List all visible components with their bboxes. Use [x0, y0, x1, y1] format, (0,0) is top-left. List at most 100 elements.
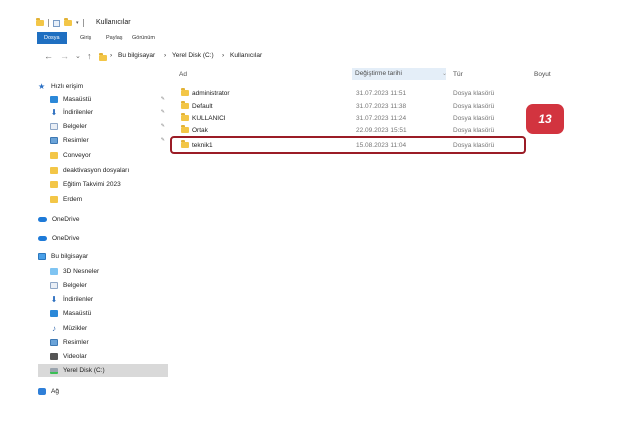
pictures-icon — [50, 137, 58, 144]
sidebar-item-label: deaktivasyon dosyaları — [63, 167, 130, 174]
tab-file[interactable]: Dosya — [37, 32, 67, 44]
step-badge: 13 — [526, 104, 564, 134]
sidebar-item-videos[interactable]: Videolar — [50, 350, 168, 363]
pin-icon: ✎ — [160, 123, 165, 129]
sidebar-item-label: Müzikler — [63, 325, 88, 332]
file-name: KULLANICI — [192, 114, 226, 122]
sidebar-item-network[interactable]: Ağ — [38, 385, 168, 398]
up-arrow-icon[interactable]: ↑ — [87, 51, 92, 61]
sidebar-item-pc-pictures[interactable]: Resimler — [50, 336, 168, 349]
breadcrumb-separator: › — [110, 52, 113, 59]
cloud-icon — [38, 236, 47, 241]
toolbar-divider — [48, 19, 49, 27]
address-bar: ← → ⌄ ↑ › Bu bilgisayar › Yerel Disk (C:… — [0, 50, 629, 64]
sidebar-item-label: Ağ — [51, 388, 59, 395]
sidebar-item-label: İndirilenler — [63, 296, 93, 303]
sidebar-item-conveyor[interactable]: Conveyor — [50, 149, 168, 162]
file-date: 31.07.2023 11:51 — [356, 89, 407, 97]
sidebar-item-downloads[interactable]: ⬇ İndirilenler ✎ — [50, 106, 168, 119]
sidebar-item-label: Belgeler — [63, 123, 87, 130]
sidebar-item-erdem[interactable]: Erdem — [50, 193, 168, 206]
properties-icon[interactable] — [53, 19, 60, 27]
pictures-icon — [50, 339, 58, 346]
sidebar-item-onedrive[interactable]: OneDrive — [38, 213, 168, 226]
sidebar-item-label: Masaüstü — [63, 96, 92, 103]
sidebar-item-label: Masaüstü — [63, 310, 92, 317]
sidebar-item-label: Yerel Disk (C:) — [63, 367, 105, 374]
sidebar-item-pictures[interactable]: Resimler ✎ — [50, 134, 168, 147]
folder-icon — [181, 101, 189, 109]
documents-icon — [50, 282, 58, 289]
sidebar-item-this-pc[interactable]: Bu bilgisayar — [38, 250, 168, 263]
column-header-size[interactable]: Boyut — [534, 71, 551, 78]
sidebar-item-label: 3D Nesneler — [63, 268, 100, 275]
folder-icon — [181, 113, 189, 121]
file-type: Dosya klasörü — [453, 102, 495, 110]
breadcrumb-this-pc[interactable]: Bu bilgisayar — [118, 52, 155, 59]
sidebar-item-pc-documents[interactable]: Belgeler — [50, 279, 168, 292]
download-icon: ⬇ — [50, 295, 58, 304]
file-type: Dosya klasörü — [453, 89, 495, 97]
folder-icon — [181, 125, 189, 133]
file-date: 22.09.2023 15:51 — [356, 126, 407, 134]
download-icon: ⬇ — [50, 108, 58, 117]
table-row[interactable]: Default 31.07.2023 11:38 Dosya klasörü — [172, 100, 532, 112]
breadcrumb-separator: › — [164, 52, 167, 59]
folder-icon — [50, 181, 58, 188]
window-title: Kullanıcılar — [96, 19, 131, 26]
file-type: Dosya klasörü — [453, 126, 495, 134]
network-icon — [38, 388, 46, 395]
new-folder-icon[interactable] — [64, 18, 72, 26]
folder-icon — [36, 18, 44, 26]
sidebar-item-pc-desktop[interactable]: Masaüstü — [50, 307, 168, 320]
back-arrow-icon[interactable]: ← — [44, 51, 53, 61]
file-name: Ortak — [192, 126, 208, 134]
file-date: 31.07.2023 11:38 — [356, 102, 407, 110]
forward-arrow-icon[interactable]: → — [60, 51, 69, 61]
desktop-icon — [50, 310, 58, 317]
disk-icon — [50, 367, 58, 374]
column-header-date[interactable]: Değiştirme tarihi ⌄ — [352, 68, 447, 80]
folder-icon — [50, 152, 58, 159]
sidebar-item-quick-access[interactable]: ★ Hızlı erişim — [38, 80, 168, 93]
toolbar-divider — [82, 19, 84, 27]
column-headers: Ad Değiştirme tarihi ⌄ Tür Boyut — [172, 64, 612, 84]
breadcrumb-users[interactable]: Kullanıcılar — [230, 52, 262, 59]
tab-home[interactable]: Giriş — [80, 32, 91, 44]
pin-icon: ✎ — [160, 96, 165, 102]
sidebar-item-label: Eğitim Takvimi 2023 — [63, 181, 121, 188]
sidebar-item-music[interactable]: ♪ Müzikler — [50, 322, 168, 335]
sidebar-item-local-disk[interactable]: Yerel Disk (C:) — [38, 364, 168, 377]
sidebar-item-onedrive-2[interactable]: OneDrive — [38, 232, 168, 245]
sidebar-item-label: Erdem — [63, 196, 83, 203]
file-date: 31.07.2023 11:24 — [356, 114, 407, 122]
computer-icon — [38, 253, 46, 260]
documents-icon — [50, 123, 58, 130]
recent-locations-icon[interactable]: ⌄ — [75, 52, 81, 60]
table-row[interactable]: Ortak 22.09.2023 15:51 Dosya klasörü — [172, 124, 532, 136]
sidebar-item-pc-downloads[interactable]: ⬇ İndirilenler — [50, 293, 168, 306]
sidebar-item-label: OneDrive — [52, 216, 80, 223]
sidebar-item-documents[interactable]: Belgeler ✎ — [50, 120, 168, 133]
sidebar-item-egitim-takvimi[interactable]: Eğitim Takvimi 2023 — [50, 178, 168, 191]
sidebar-item-desktop[interactable]: Masaüstü ✎ — [50, 93, 168, 106]
breadcrumb-local-disk[interactable]: Yerel Disk (C:) — [172, 52, 214, 59]
tab-share[interactable]: Paylaş — [106, 32, 123, 44]
cloud-icon — [38, 217, 47, 222]
sidebar-item-label: Resimler — [63, 137, 89, 144]
folder-icon — [50, 196, 58, 203]
sidebar-item-label: OneDrive — [52, 235, 80, 242]
tab-view[interactable]: Görünüm — [132, 32, 155, 44]
pin-icon: ✎ — [160, 137, 165, 143]
sidebar-item-label: Hızlı erişim — [51, 83, 84, 90]
desktop-icon — [50, 96, 58, 103]
column-header-type[interactable]: Tür — [453, 71, 463, 78]
column-header-name[interactable]: Ad — [179, 71, 187, 78]
customize-toolbar-icon[interactable]: ▾ — [76, 20, 79, 26]
sidebar-item-deaktivasyon[interactable]: deaktivasyon dosyaları — [50, 164, 168, 177]
table-row[interactable]: administrator 31.07.2023 11:51 Dosya kla… — [172, 87, 532, 99]
sidebar-item-3d-objects[interactable]: 3D Nesneler — [50, 265, 168, 278]
file-name: Default — [192, 102, 213, 110]
sidebar-item-label: Videolar — [63, 353, 87, 360]
table-row[interactable]: KULLANICI 31.07.2023 11:24 Dosya klasörü — [172, 112, 532, 124]
